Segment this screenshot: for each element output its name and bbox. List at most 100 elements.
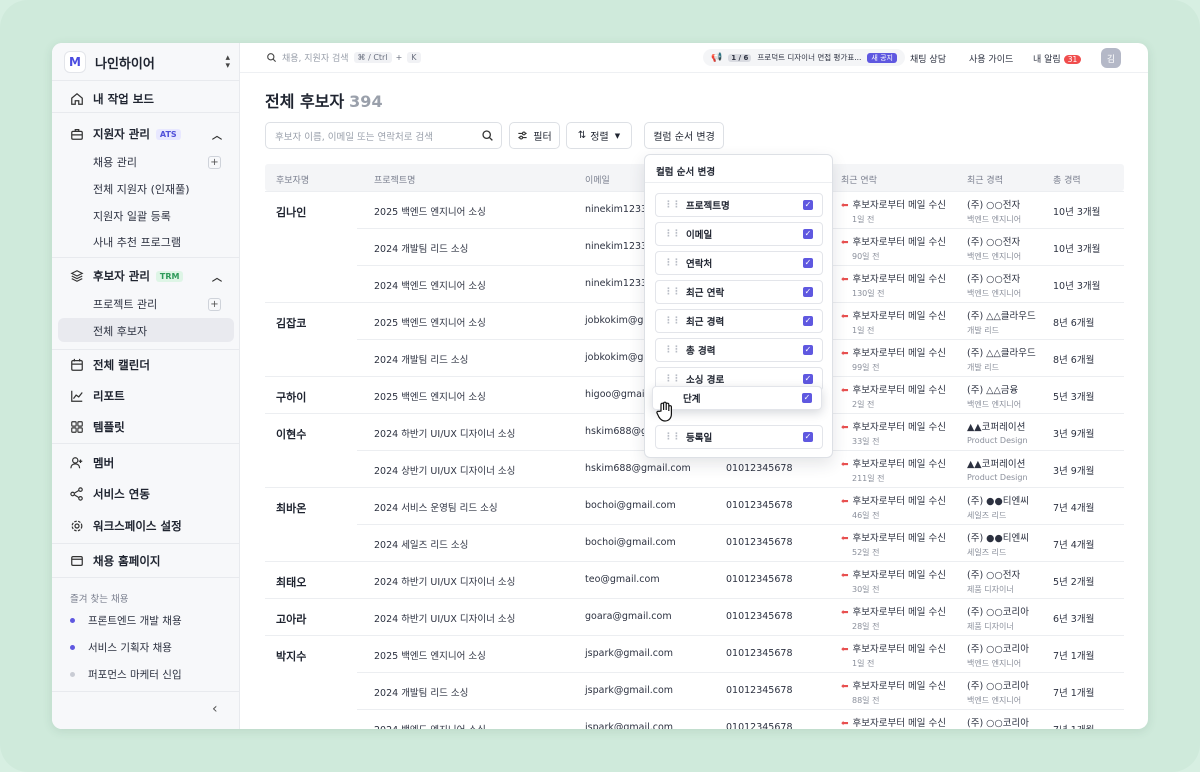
project-name[interactable]: 2024 개발팀 리드 소싱 <box>374 241 468 255</box>
column-header[interactable]: 최근 경력 <box>967 173 1003 186</box>
sidebar-item-member[interactable]: 멤버 <box>70 455 222 471</box>
sidebar-item-workspace-settings[interactable]: 워크스페이스 설정 <box>70 518 222 534</box>
sidebar-item-candidate-mgmt[interactable]: 후보자 관리 TRM ︿ <box>70 268 222 284</box>
filter-button[interactable]: 필터 <box>509 122 560 149</box>
sidebar-item-dashboard[interactable]: 내 작업 보드 <box>70 91 222 107</box>
column-header[interactable]: 프로젝트명 <box>374 173 415 186</box>
candidate-name-cell[interactable]: 김나인 <box>265 191 357 302</box>
candidate-search-input[interactable]: 후보자 이름, 이메일 또는 연락처로 검색 <box>265 122 502 149</box>
project-name[interactable]: 2024 백엔드 엔지니어 소싱 <box>374 278 486 292</box>
project-name[interactable]: 2025 백엔드 엔지니어 소싱 <box>374 204 486 218</box>
candidate-name-cell[interactable]: 이현수 <box>265 413 357 487</box>
column-option[interactable]: ⋮⋮ 등록일 ✓ <box>655 425 823 449</box>
project-name[interactable]: 2024 개발팀 리드 소싱 <box>374 685 468 699</box>
candidate-name-cell[interactable]: 김잡코 <box>265 302 357 376</box>
drag-handle-icon[interactable]: ⋮⋮ <box>664 287 681 297</box>
checkbox-checked-icon[interactable]: ✓ <box>803 374 813 384</box>
drag-handle-icon[interactable]: ⋮⋮ <box>664 229 681 239</box>
drag-handle-icon[interactable]: ⋮⋮ <box>664 316 681 326</box>
avatar[interactable]: 김 <box>1101 48 1121 68</box>
chat-link[interactable]: 채팅 상담 <box>910 52 946 65</box>
column-option[interactable]: ⋮⋮ 총 경력 ✓ <box>655 338 823 362</box>
sidebar-item-applicant-mgmt[interactable]: 지원자 관리 ATS ︿ <box>70 126 222 142</box>
candidate-name[interactable]: 구하이 <box>276 389 306 405</box>
sidebar-item-integration[interactable]: 서비스 연동 <box>70 486 222 502</box>
table-row[interactable]: 2024 하반기 UI/UX 디자이너 소싱 goara@gmail.com 010… <box>357 598 1124 635</box>
candidate-name-cell[interactable]: 최바온 <box>265 487 357 561</box>
candidate-name[interactable]: 최바온 <box>276 500 306 516</box>
favorite-item[interactable]: 서비스 기획자 채용 <box>70 640 172 655</box>
candidate-name-cell[interactable]: 최태오 <box>265 561 357 598</box>
sidebar-item-template[interactable]: 템플릿 <box>70 419 222 435</box>
project-name[interactable]: 2025 백엔드 엔지니어 소싱 <box>374 315 486 329</box>
checkbox-checked-icon[interactable]: ✓ <box>803 345 813 355</box>
sidebar-item-referral[interactable]: 사내 추천 프로그램 <box>93 234 221 250</box>
project-name[interactable]: 2024 서비스 운영팀 리드 소싱 <box>374 500 498 514</box>
candidate-name[interactable]: 이현수 <box>276 426 306 442</box>
column-option[interactable]: ⋮⋮ 최근 연락 ✓ <box>655 280 823 304</box>
column-option[interactable]: ⋮⋮ 이메일 ✓ <box>655 222 823 246</box>
table-row[interactable]: 2024 세일즈 리드 소싱 bochoi@gmail.com 0101234567… <box>357 524 1124 561</box>
chevron-up-icon[interactable]: ︿ <box>212 127 222 142</box>
sidebar-item-all-applicants[interactable]: 전체 지원자 (인재풀) <box>93 181 221 197</box>
column-option[interactable]: ⋮⋮ 최근 경력 ✓ <box>655 309 823 333</box>
column-option[interactable]: ⋮⋮ 연락처 ✓ <box>655 251 823 275</box>
collapse-sidebar-icon[interactable]: ‹ <box>212 701 218 717</box>
candidate-name[interactable]: 김나인 <box>276 204 306 220</box>
project-name[interactable]: 2024 개발팀 리드 소싱 <box>374 352 468 366</box>
drag-handle-icon[interactable]: ⋮⋮ <box>664 345 681 355</box>
column-header[interactable]: 후보자명 <box>276 173 309 186</box>
sort-button[interactable]: ⇅ 정렬 ▼ <box>566 122 632 149</box>
project-name[interactable]: 2024 하반기 UI/UX 디자이너 소싱 <box>374 426 515 440</box>
sidebar-item-calendar[interactable]: 전체 캘린더 <box>70 357 222 373</box>
candidate-name[interactable]: 최태오 <box>276 574 306 590</box>
column-order-button[interactable]: 컬럼 순서 변경 <box>644 122 724 149</box>
checkbox-checked-icon[interactable]: ✓ <box>803 258 813 268</box>
guide-link[interactable]: 사용 가이드 <box>969 52 1013 65</box>
project-name[interactable]: 2025 백엔드 엔지니어 소싱 <box>374 648 486 662</box>
checkbox-checked-icon[interactable]: ✓ <box>803 316 813 326</box>
sidebar-item-all-candidates[interactable]: 전체 후보자 <box>93 323 221 339</box>
notice-banner[interactable]: 📢 1 / 6 프로덕트 디자이너 면접 평가표... 새 공지 <box>703 49 905 66</box>
column-header[interactable]: 총 경력 <box>1053 173 1081 186</box>
add-icon[interactable]: + <box>208 155 221 169</box>
workspace-switcher[interactable]: M 나인하이어 ▴ ▾ <box>64 51 230 73</box>
project-name[interactable]: 2025 백엔드 엔지니어 소싱 <box>374 389 486 403</box>
sidebar-item-report[interactable]: 리포트 <box>70 388 222 404</box>
checkbox-checked-icon[interactable]: ✓ <box>803 432 813 442</box>
sidebar-item-career-page[interactable]: 채용 홈페이지 <box>70 553 222 569</box>
project-name[interactable]: 2024 하반기 UI/UX 디자이너 소싱 <box>374 611 515 625</box>
project-name[interactable]: 2024 상반기 UI/UX 디자이너 소싱 <box>374 463 515 477</box>
table-row[interactable]: 2024 서비스 운영팀 리드 소싱 bochoi@gmail.com 010123… <box>357 487 1124 524</box>
checkbox-checked-icon[interactable]: ✓ <box>803 229 813 239</box>
candidate-name[interactable]: 고아라 <box>276 611 306 627</box>
table-row[interactable]: 2025 백엔드 엔지니어 소싱 jspark@gmail.com 01012345… <box>357 635 1124 672</box>
favorite-item[interactable]: 프론트엔드 개발 채용 <box>70 613 182 628</box>
checkbox-checked-icon[interactable]: ✓ <box>803 287 813 297</box>
alarm-link[interactable]: 내 알림 31 <box>1033 52 1082 65</box>
candidate-name[interactable]: 박지수 <box>276 648 306 664</box>
project-name[interactable]: 2024 하반기 UI/UX 디자이너 소싱 <box>374 574 515 588</box>
checkbox-checked-icon[interactable]: ✓ <box>802 393 812 403</box>
sidebar-item-project-mgmt[interactable]: 프로젝트 관리 + <box>93 296 221 312</box>
column-option-dragging[interactable]: ⋮⋮ 단계 ✓ <box>652 386 822 410</box>
sidebar-item-bulk-register[interactable]: 지원자 일괄 등록 <box>93 208 221 224</box>
global-search[interactable]: 채용, 지원자 검색 ⌘ / Ctrl + K <box>266 51 421 64</box>
candidate-name-cell[interactable]: 고아라 <box>265 598 357 635</box>
column-header[interactable]: 최근 연락 <box>841 173 877 186</box>
chevron-up-icon[interactable]: ︿ <box>212 269 222 284</box>
candidate-name[interactable]: 김잡코 <box>276 315 306 331</box>
table-row[interactable]: 2024 하반기 UI/UX 디자이너 소싱 teo@gmail.com 01012… <box>357 561 1124 598</box>
sidebar-item-hiring-mgmt[interactable]: 채용 관리 + <box>93 154 221 170</box>
candidate-name-cell[interactable]: 박지수 <box>265 635 357 729</box>
search-icon[interactable] <box>481 129 494 142</box>
column-header[interactable]: 이메일 <box>585 173 610 186</box>
drag-handle-icon[interactable]: ⋮⋮ <box>664 258 681 268</box>
column-option[interactable]: ⋮⋮ 프로젝트명 ✓ <box>655 193 823 217</box>
drag-handle-icon[interactable]: ⋮⋮ <box>664 200 681 210</box>
favorite-item[interactable]: 퍼포먼스 마케터 신입 <box>70 667 182 682</box>
table-row[interactable]: 2024 개발팀 리드 소싱 jspark@gmail.com 0101234567… <box>357 672 1124 709</box>
table-row[interactable]: 2024 백엔드 엔지니어 소싱 jspark@gmail.com 01012345… <box>357 709 1124 729</box>
project-name[interactable]: 2024 세일즈 리드 소싱 <box>374 537 468 551</box>
drag-handle-icon[interactable]: ⋮⋮ <box>664 432 681 442</box>
